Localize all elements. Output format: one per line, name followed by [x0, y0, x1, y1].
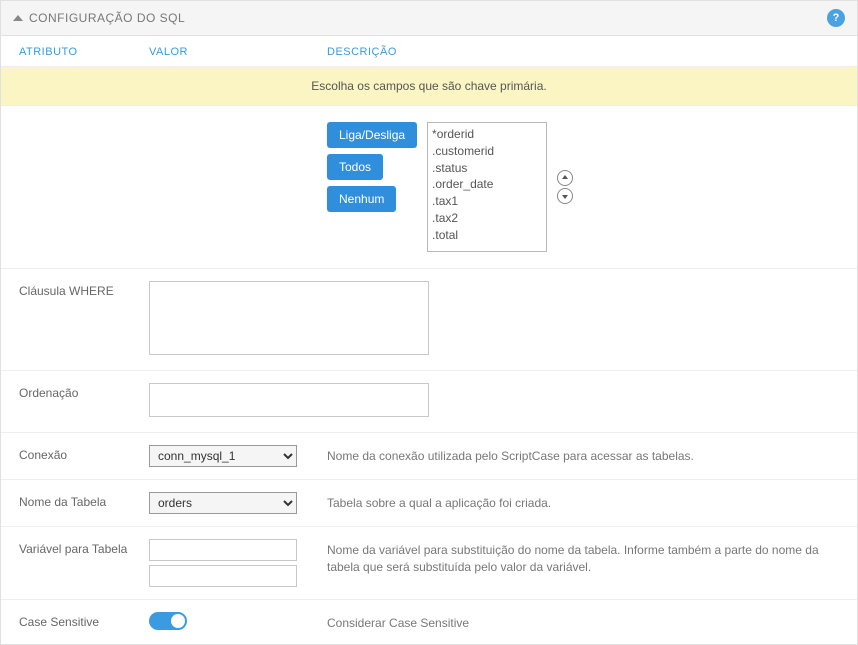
row-where: Cláusula WHERE [1, 269, 857, 371]
row-order: Ordenação [1, 371, 857, 433]
desc-table: Tabela sobre a qual a aplicação foi cria… [327, 492, 839, 512]
select-all-button[interactable]: Todos [327, 154, 383, 180]
move-down-button[interactable] [557, 188, 573, 204]
pk-button-group: Liga/Desliga Todos Nenhum [327, 122, 417, 212]
order-input[interactable] [149, 383, 429, 417]
reorder-controls [557, 170, 573, 204]
primary-key-block: Liga/Desliga Todos Nenhum *orderid .cust… [1, 106, 857, 269]
label-tablevar: Variável para Tabela [19, 539, 149, 556]
desc-casesensitive: Considerar Case Sensitive [327, 612, 839, 632]
list-item[interactable]: .order_date [430, 176, 544, 193]
toggle-button[interactable]: Liga/Desliga [327, 122, 417, 148]
panel-header: CONFIGURAÇÃO DO SQL ? [1, 1, 857, 36]
col-header-description: DESCRIÇÃO [327, 46, 839, 58]
panel-title: CONFIGURAÇÃO DO SQL [29, 11, 185, 25]
column-header-row: ATRIBUTO VALOR DESCRIÇÃO [1, 36, 857, 67]
tablevar-input-2[interactable] [149, 565, 297, 587]
list-item[interactable]: *orderid [430, 126, 544, 143]
fields-listbox[interactable]: *orderid .customerid .status .order_date… [427, 122, 547, 252]
label-table: Nome da Tabela [19, 492, 149, 509]
label-connection: Conexão [19, 445, 149, 462]
label-casesensitive: Case Sensitive [19, 612, 149, 629]
row-tablevar: Variável para Tabela Nome da variável pa… [1, 527, 857, 600]
list-item[interactable]: .total [430, 227, 544, 244]
desc-tablevar: Nome da variável para substituição do no… [327, 539, 839, 576]
tablevar-input-1[interactable] [149, 539, 297, 561]
desc-order [327, 383, 839, 386]
case-sensitive-toggle[interactable] [149, 612, 187, 630]
label-where: Cláusula WHERE [19, 281, 149, 298]
help-icon[interactable]: ? [827, 9, 845, 27]
list-item[interactable]: .customerid [430, 143, 544, 160]
hint-bar: Escolha os campos que são chave primária… [1, 67, 857, 106]
panel-header-left: CONFIGURAÇÃO DO SQL [13, 11, 185, 25]
row-table: Nome da Tabela orders Tabela sobre a qua… [1, 480, 857, 527]
toggle-knob [171, 614, 185, 628]
move-up-button[interactable] [557, 170, 573, 186]
sql-config-panel: CONFIGURAÇÃO DO SQL ? ATRIBUTO VALOR DES… [0, 0, 858, 645]
where-input[interactable] [149, 281, 429, 355]
desc-where [327, 281, 839, 284]
list-item[interactable]: .tax2 [430, 210, 544, 227]
label-order: Ordenação [19, 383, 149, 400]
row-casesensitive: Case Sensitive Considerar Case Sensitive [1, 600, 857, 644]
connection-select[interactable]: conn_mysql_1 [149, 445, 297, 467]
list-item[interactable]: .status [430, 160, 544, 177]
collapse-icon[interactable] [13, 15, 23, 21]
col-header-attribute: ATRIBUTO [19, 46, 149, 58]
desc-connection: Nome da conexão utilizada pelo ScriptCas… [327, 445, 839, 465]
row-connection: Conexão conn_mysql_1 Nome da conexão uti… [1, 433, 857, 480]
list-item[interactable]: .tax1 [430, 193, 544, 210]
col-header-value: VALOR [149, 46, 327, 58]
select-none-button[interactable]: Nenhum [327, 186, 396, 212]
table-select[interactable]: orders [149, 492, 297, 514]
